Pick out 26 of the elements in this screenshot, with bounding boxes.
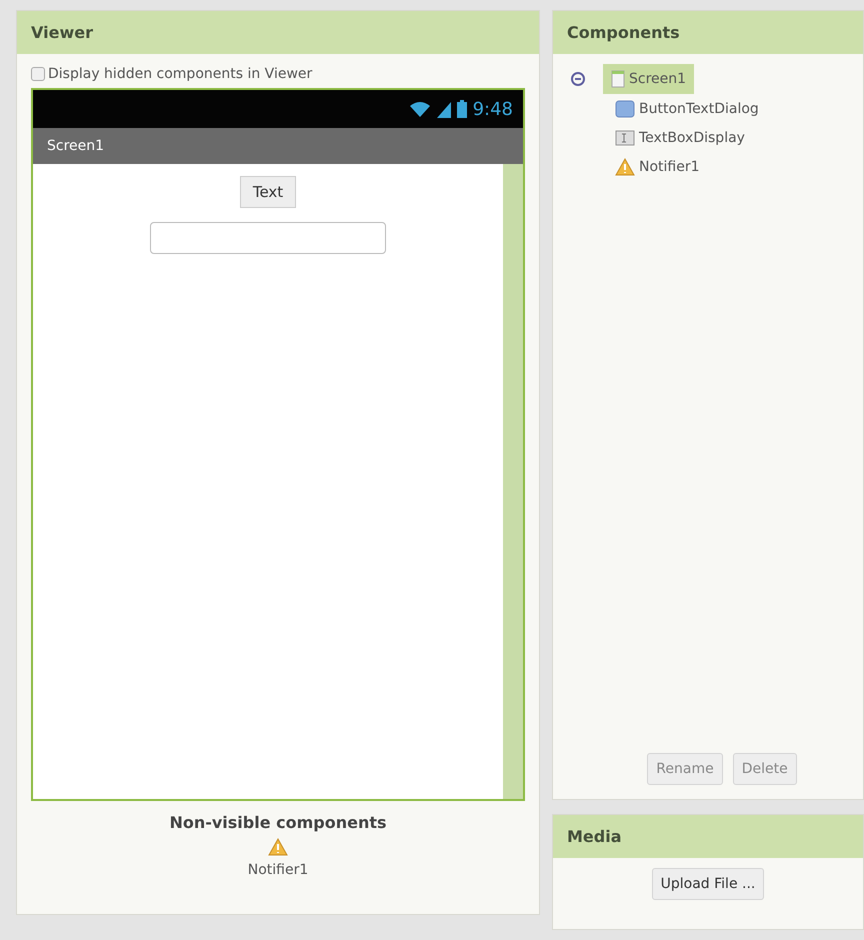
tree-item[interactable]: Screen1	[603, 64, 694, 94]
tree-item[interactable]: Notifier1	[607, 152, 708, 182]
warning-icon	[615, 158, 635, 176]
checkbox[interactable]	[31, 67, 45, 81]
panel-header: Media	[553, 815, 863, 858]
text-button[interactable]: Text	[240, 176, 296, 208]
warning-icon	[268, 838, 288, 856]
text-input[interactable]	[150, 222, 386, 254]
panel-header: Components	[553, 11, 863, 54]
battery-icon	[456, 100, 467, 118]
section-title: Non-visible components	[169, 813, 387, 832]
checkbox-label: Display hidden components in Viewer	[48, 66, 312, 82]
panel-header: Viewer	[17, 11, 539, 54]
wifi-icon	[408, 100, 431, 118]
upload-button[interactable]: Upload File ...	[652, 868, 764, 900]
screen-title: Screen1	[47, 138, 104, 154]
phone-screen-icon	[611, 70, 625, 88]
textbox-component-icon	[615, 130, 635, 146]
signal-icon	[436, 100, 451, 118]
tree-item[interactable]: ButtonTextDialog	[607, 94, 767, 124]
tree-item[interactable]: TextBoxDisplay	[607, 124, 753, 152]
component-label: Notifier1	[248, 862, 308, 878]
clock-time: 9:48	[472, 98, 513, 120]
button-component-icon	[615, 100, 635, 118]
collapse-toggle[interactable]	[571, 72, 585, 86]
scrollbar[interactable]	[503, 164, 523, 799]
